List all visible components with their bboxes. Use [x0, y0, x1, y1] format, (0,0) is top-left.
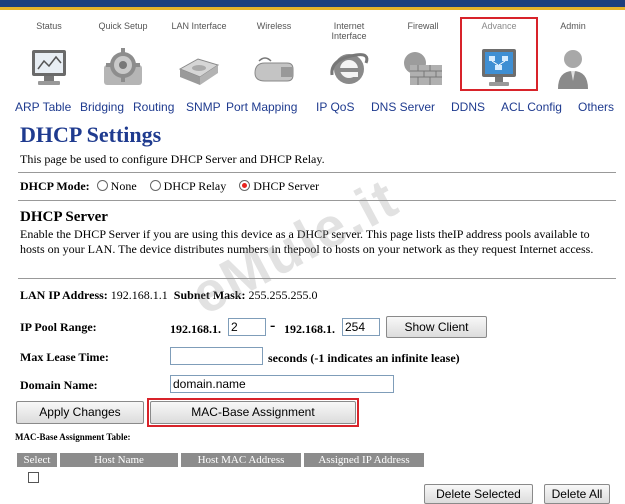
nav-lan-interface-label: LAN Interface [171, 21, 227, 31]
radio-dhcp-relay-label: DHCP Relay [163, 179, 227, 193]
pool-start-input[interactable] [228, 318, 266, 336]
sub-nav: ARP Table Bridging Routing SNMP Port Map… [0, 100, 625, 118]
user-icon [558, 50, 588, 89]
nav-status-label: Status [36, 21, 62, 31]
nav-admin[interactable]: Admin [543, 13, 603, 95]
divider [18, 172, 616, 174]
subnav-others[interactable]: Others [578, 100, 614, 114]
subnav-routing[interactable]: Routing [133, 100, 174, 114]
radio-none-label: None [110, 179, 137, 193]
mac-assignment-highlight [147, 398, 359, 427]
subnav-ip-qos[interactable]: IP QoS [316, 100, 354, 114]
subnav-bridging[interactable]: Bridging [80, 100, 124, 114]
domain-name-label: Domain Name: [20, 378, 98, 392]
monitor-icon [32, 50, 66, 85]
dhcp-server-title: DHCP Server [20, 209, 108, 225]
subnet-mask-label: Subnet Mask: [173, 288, 246, 302]
pool-prefix-end: 192.168.1. [284, 322, 335, 336]
nav-firewall-label: Firewall [407, 21, 439, 31]
nav-internet-interface[interactable]: Internet Interface [317, 13, 381, 95]
nav-lan-interface[interactable]: LAN Interface [163, 13, 235, 95]
page-title: DHCP Settings [20, 122, 162, 147]
col-header-assigned-ip: Assigned IP Address [304, 453, 424, 467]
subnav-snmp[interactable]: SNMP [186, 100, 221, 114]
nav-quick-setup[interactable]: Quick Setup [89, 13, 157, 95]
domain-name-input[interactable] [170, 375, 394, 393]
pool-end-input[interactable] [342, 318, 380, 336]
pool-prefix-start: 192.168.1. [170, 322, 221, 336]
subnav-dns-server[interactable]: DNS Server [371, 100, 435, 114]
nav-wireless-label: Wireless [256, 21, 292, 31]
subnet-mask-value: 255.255.255.0 [248, 288, 318, 302]
max-lease-label: Max Lease Time: [20, 350, 109, 364]
radio-none[interactable] [96, 180, 108, 191]
delete-selected-button[interactable]: Delete Selected [424, 484, 533, 504]
usb-adapter-icon [254, 57, 294, 82]
ip-pool-label: IP Pool Range: [20, 320, 97, 334]
select-all-checkbox[interactable] [28, 472, 39, 483]
radio-dhcp-server[interactable] [239, 180, 251, 191]
gear-icon [104, 48, 142, 85]
show-client-button[interactable]: Show Client [386, 316, 487, 338]
nav-internet-interface-label: Internet Interface [331, 21, 367, 41]
mac-table-title: MAC-Base Assignment Table: [15, 432, 131, 442]
internet-explorer-icon [330, 53, 369, 84]
col-header-select: Select [17, 453, 57, 467]
dhcp-mode-label: DHCP Mode: [20, 179, 90, 193]
nav-firewall[interactable]: Firewall [388, 13, 458, 95]
col-header-host-mac: Host MAC Address [181, 453, 301, 467]
nav-admin-label: Admin [560, 21, 586, 31]
subnav-ddns[interactable]: DDNS [451, 100, 485, 114]
subnav-arp-table[interactable]: ARP Table [15, 100, 71, 114]
lan-ip-value: 192.168.1.1 [110, 288, 168, 302]
top-banner [0, 0, 625, 10]
hard-drive-icon [178, 58, 220, 85]
dhcp-server-description: Enable the DHCP Server if you are using … [20, 227, 594, 256]
dhcp-mode-row: DHCP Mode: None DHCP Relay DHCP Server [20, 179, 319, 194]
lan-ip-row: LAN IP Address: 192.168.1.1 Subnet Mask:… [20, 288, 317, 303]
delete-all-button[interactable]: Delete All [544, 484, 610, 504]
radio-dhcp-relay[interactable] [149, 180, 161, 191]
divider [18, 278, 616, 280]
lan-ip-label: LAN IP Address: [20, 288, 108, 302]
advance-highlight [460, 17, 538, 91]
max-lease-hint: seconds (-1 indicates an infinite lease) [268, 351, 460, 365]
brick-wall-icon [404, 52, 442, 85]
nav-quick-setup-label: Quick Setup [98, 21, 148, 31]
radio-dhcp-server-label: DHCP Server [253, 179, 320, 193]
divider [18, 200, 616, 202]
pool-dash: - [270, 317, 276, 334]
page-description: This page be used to configure DHCP Serv… [20, 152, 325, 166]
apply-changes-button[interactable]: Apply Changes [16, 401, 144, 424]
nav-status[interactable]: Status [17, 13, 81, 95]
max-lease-input[interactable] [170, 347, 263, 365]
nav-wireless[interactable]: Wireless [242, 13, 306, 95]
col-header-host-name: Host Name [60, 453, 178, 467]
subnav-port-mapping[interactable]: Port Mapping [226, 100, 297, 114]
subnav-acl-config[interactable]: ACL Config [501, 100, 562, 114]
